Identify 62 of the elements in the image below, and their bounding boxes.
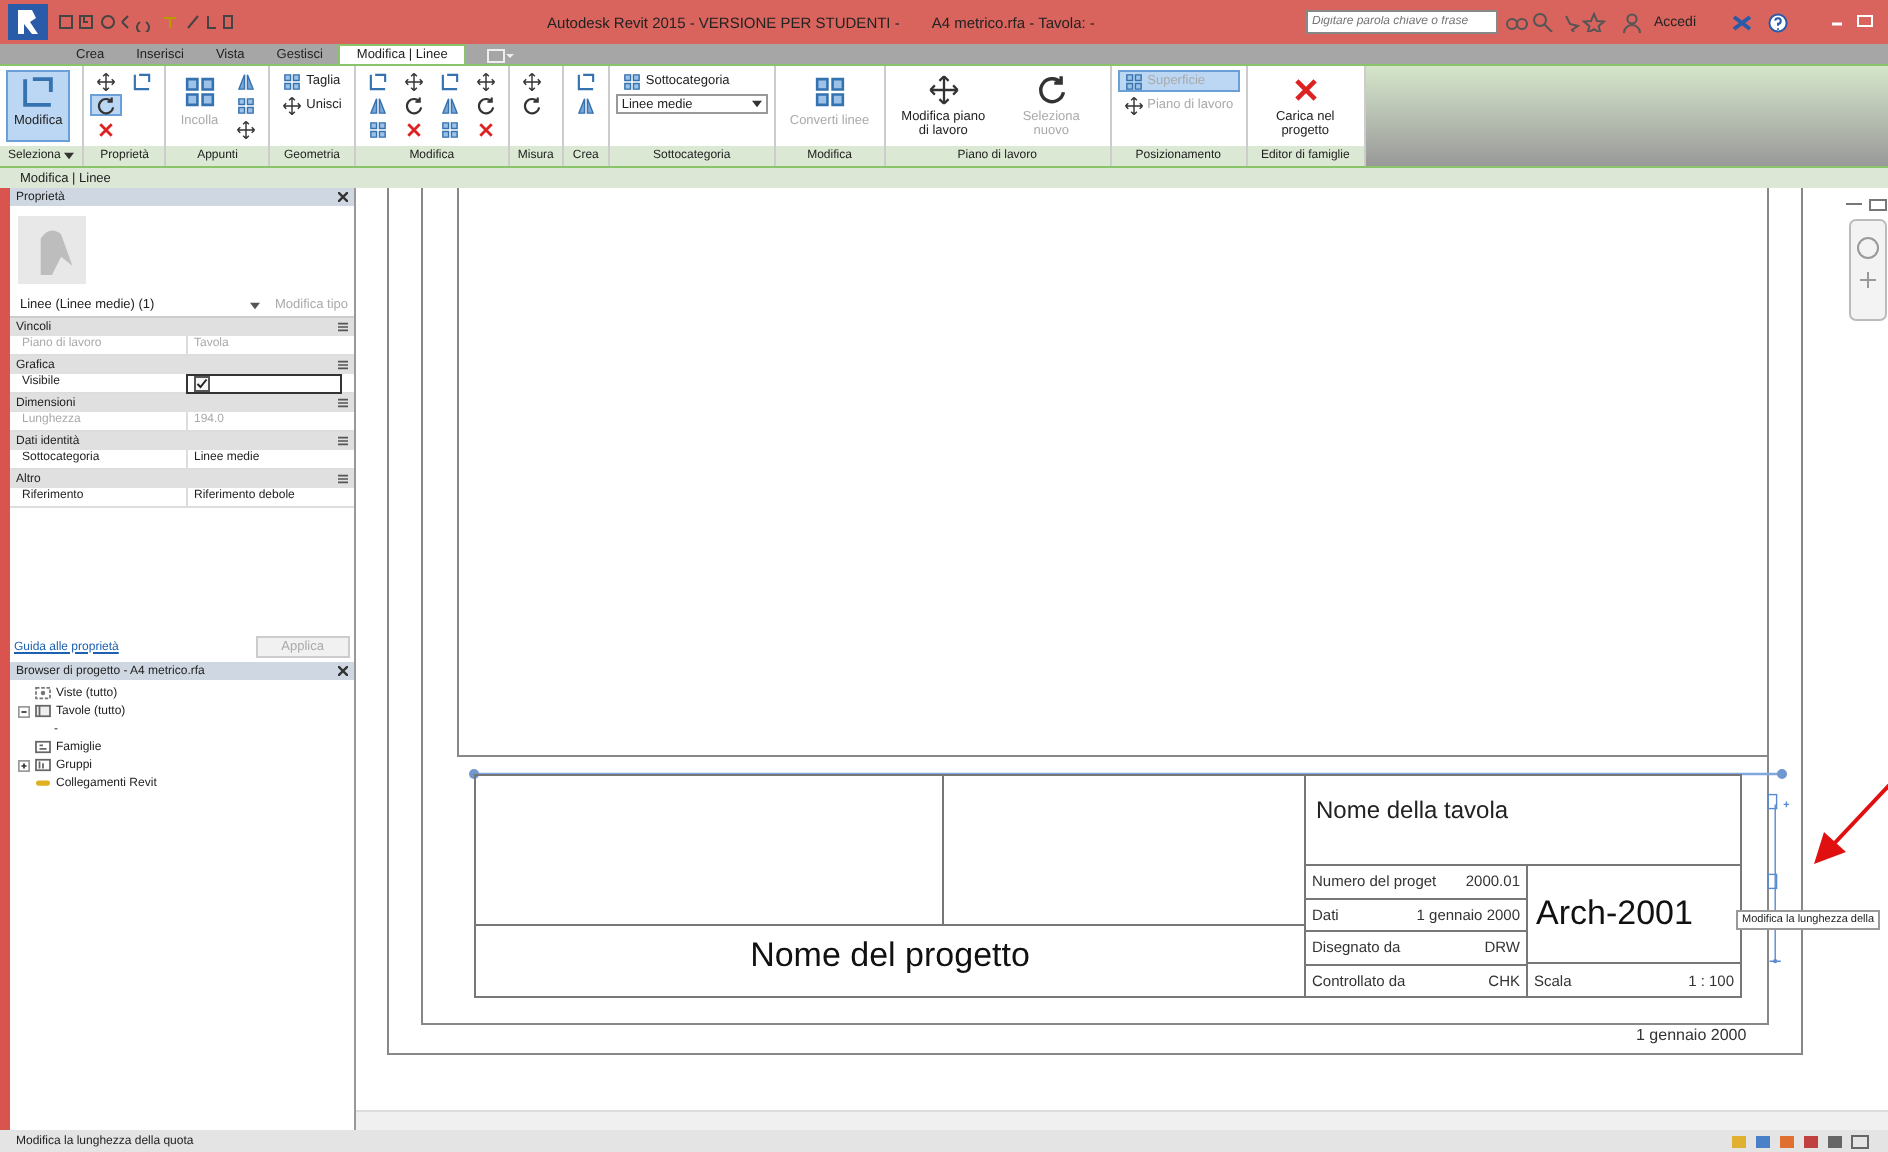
collapse-icon[interactable] bbox=[338, 436, 348, 446]
collapse-icon[interactable] bbox=[338, 360, 348, 370]
app-logo-icon[interactable] bbox=[8, 4, 48, 40]
move-icon bbox=[236, 119, 257, 139]
array-icon bbox=[439, 119, 460, 139]
move-icon bbox=[96, 71, 117, 91]
expand-icon[interactable] bbox=[18, 759, 30, 771]
align-icon bbox=[20, 74, 57, 110]
array-icon bbox=[1123, 71, 1144, 91]
align-icon bbox=[575, 71, 596, 91]
array-icon bbox=[367, 119, 388, 139]
caret-icon bbox=[249, 301, 259, 309]
move-icon bbox=[475, 71, 496, 91]
rotate-icon bbox=[1033, 74, 1070, 106]
rotate-icon bbox=[403, 95, 424, 115]
move-icon bbox=[282, 95, 303, 115]
panel-toggle-icon[interactable] bbox=[485, 48, 514, 64]
mirror-icon bbox=[236, 71, 257, 91]
help-icon[interactable] bbox=[1764, 11, 1792, 33]
checkbox[interactable] bbox=[194, 376, 210, 392]
property-value-field[interactable] bbox=[186, 374, 342, 394]
rotate-icon bbox=[475, 95, 496, 115]
quick-access-toolbar-drawing[interactable] bbox=[56, 12, 236, 32]
navigation-bar-drawing[interactable] bbox=[1842, 196, 1888, 324]
collapse-icon[interactable] bbox=[338, 474, 348, 484]
rotate-icon bbox=[96, 95, 117, 115]
annotation-arrow bbox=[1814, 780, 1888, 864]
align-icon bbox=[132, 71, 153, 91]
project-name: Nome del progetto bbox=[748, 936, 1032, 976]
mirror-icon bbox=[367, 95, 388, 115]
array-icon bbox=[282, 71, 303, 91]
array-icon bbox=[621, 71, 642, 91]
mirror-icon bbox=[439, 95, 460, 115]
close-icon[interactable] bbox=[338, 192, 348, 202]
family-icon bbox=[34, 740, 52, 754]
array-icon bbox=[181, 74, 218, 110]
caret-icon bbox=[751, 100, 762, 108]
delete-icon bbox=[475, 119, 496, 139]
group-icon bbox=[34, 758, 52, 772]
mirror-icon bbox=[575, 95, 596, 115]
collapse-icon[interactable] bbox=[18, 705, 30, 717]
tool-button[interactable] bbox=[90, 94, 123, 116]
align-icon bbox=[367, 71, 388, 91]
array-icon bbox=[811, 74, 848, 110]
sheet-date: 1 gennaio 2000 bbox=[1636, 1026, 1747, 1044]
array-icon bbox=[236, 95, 257, 115]
sheet-icon bbox=[34, 704, 52, 718]
align-icon bbox=[439, 71, 460, 91]
status-icons-drawing[interactable] bbox=[1732, 1133, 1872, 1149]
type-preview-icon bbox=[18, 216, 86, 284]
move-icon bbox=[521, 71, 542, 91]
move-icon bbox=[403, 71, 424, 91]
close-icon[interactable] bbox=[338, 666, 348, 676]
move-icon bbox=[1123, 95, 1144, 115]
view-icon bbox=[34, 686, 52, 700]
collapse-icon[interactable] bbox=[338, 398, 348, 408]
move-icon bbox=[925, 74, 962, 106]
collapse-icon[interactable] bbox=[338, 322, 348, 332]
delete-icon bbox=[96, 119, 117, 139]
rotate-icon bbox=[521, 95, 542, 115]
sheet-name: Nome della tavola bbox=[1306, 776, 1740, 866]
delete-icon bbox=[403, 119, 424, 139]
